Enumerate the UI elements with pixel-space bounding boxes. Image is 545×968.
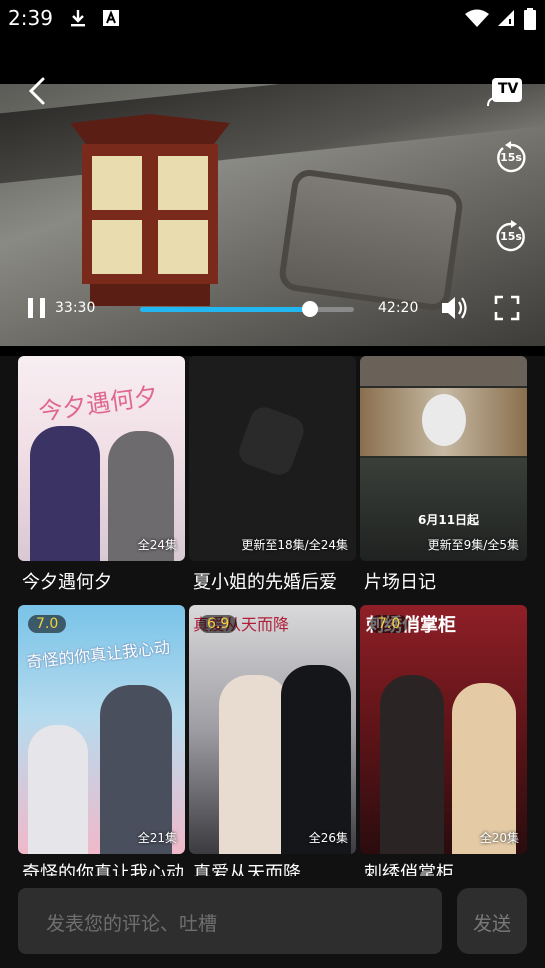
- poster-title: 今夕遇何夕: [36, 381, 160, 427]
- signal-icon: [498, 10, 514, 26]
- episode-count: 全24集: [137, 538, 177, 552]
- battery-icon: [524, 8, 536, 30]
- tv-label: TV: [498, 81, 519, 97]
- rewind-15s-button[interactable]: 15s: [493, 140, 529, 176]
- poster-figure: [30, 426, 100, 561]
- a-square-icon: [103, 10, 119, 26]
- poster-title: 奇怪的你真让我心动: [25, 637, 171, 672]
- show-title: 奇怪的你真让我心动: [22, 863, 184, 876]
- show-title: 刺绣俏掌柜: [364, 863, 454, 876]
- download-icon: [71, 10, 85, 27]
- recommend-grid: 今夕遇何夕 全24集 今夕遇何夕 更新至18集/全24集 夏小姐的先婚后爱 6月…: [0, 356, 545, 876]
- rating-badge: 6.9: [199, 615, 238, 633]
- show-title: 夏小姐的先婚后爱: [193, 572, 337, 593]
- back-icon[interactable]: [24, 76, 52, 106]
- poster-panel: [360, 356, 527, 386]
- rating-badge: 7.0: [28, 615, 67, 633]
- forward-label: 15s: [500, 230, 522, 243]
- current-time: 33:30: [55, 300, 96, 316]
- show-poster[interactable]: 真爱从天而降 6.9 全26集: [189, 605, 356, 854]
- status-bar: 2:39: [0, 0, 545, 36]
- show-poster[interactable]: 6月11日起 更新至9集/全5集: [360, 356, 527, 561]
- total-time: 42:20: [378, 300, 419, 316]
- poster-figure: [380, 675, 444, 854]
- fullscreen-icon[interactable]: [494, 295, 520, 321]
- episode-count: 全26集: [308, 831, 348, 845]
- comment-input[interactable]: 发表您的评论、吐槽: [18, 888, 442, 954]
- video-player[interactable]: TV 15s 15s 33:30 42:20: [0, 36, 545, 356]
- poster-figure: [219, 675, 289, 854]
- poster-face: [422, 394, 466, 446]
- video-scene-plaque: [277, 167, 465, 313]
- tv-cast-button[interactable]: TV: [486, 76, 526, 108]
- show-title: 今夕遇何夕: [22, 572, 112, 593]
- progress-knob[interactable]: [302, 301, 319, 317]
- comment-bar: 发表您的评论、吐槽 发送: [0, 876, 545, 968]
- rewind-label: 15s: [500, 151, 522, 164]
- poster-date: 6月11日起: [418, 513, 480, 527]
- episode-count: 全21集: [137, 831, 177, 845]
- video-scene-lantern: [70, 114, 230, 314]
- comment-placeholder: 发表您的评论、吐槽: [46, 913, 218, 935]
- show-title: 真爱从天而降: [193, 863, 301, 876]
- episode-count: 更新至9集/全5集: [427, 538, 519, 552]
- send-button[interactable]: 发送: [457, 888, 527, 954]
- poster-figure: [281, 665, 351, 854]
- wifi-icon: [465, 9, 489, 27]
- show-title: 片场日记: [364, 572, 436, 593]
- show-poster[interactable]: 奇怪的你真让我心动 7.0 全21集: [18, 605, 185, 854]
- send-label: 发送: [472, 913, 511, 935]
- episode-count: 更新至18集/全24集: [241, 538, 348, 552]
- pause-icon[interactable]: [25, 296, 49, 320]
- volume-icon[interactable]: [440, 294, 470, 322]
- poster-figure: [28, 725, 88, 854]
- status-time: 2:39: [8, 6, 53, 30]
- progress-bar[interactable]: [140, 301, 354, 317]
- placeholder-logo-icon: [235, 403, 308, 479]
- episode-count: 全20集: [479, 831, 519, 845]
- show-poster[interactable]: 今夕遇何夕 全24集: [18, 356, 185, 561]
- forward-15s-button[interactable]: 15s: [493, 219, 529, 255]
- progress-fill: [140, 307, 311, 312]
- show-poster[interactable]: 刺绣俏掌柜 7.0 全20集: [360, 605, 527, 854]
- rating-badge: 7.0: [370, 615, 409, 633]
- show-poster[interactable]: 更新至18集/全24集: [189, 356, 356, 561]
